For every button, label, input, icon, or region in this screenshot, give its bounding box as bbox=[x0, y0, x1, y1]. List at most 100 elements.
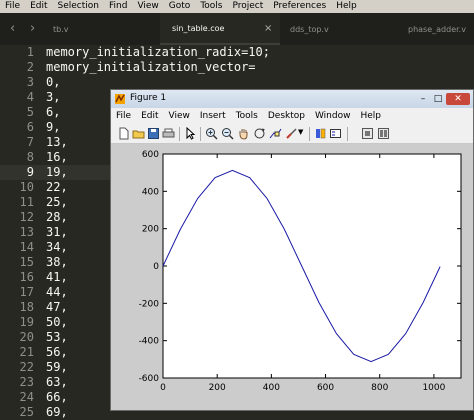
line-number: 6 bbox=[26, 120, 34, 134]
code-line[interactable]: 1 memory_initialization_radix=10; bbox=[0, 45, 474, 60]
tab-bar: ‹ › tb.v sin_table.coe × dds_top.v phase… bbox=[0, 13, 474, 45]
figure-menubar: File Edit View Insert Tools Desktop Window Help bbox=[111, 108, 473, 124]
line-code: 16, bbox=[46, 150, 68, 164]
menu-view[interactable]: View bbox=[132, 0, 163, 13]
figure-menu-tools[interactable]: Tools bbox=[231, 111, 263, 121]
line-number: 17 bbox=[19, 285, 34, 299]
menu-project[interactable]: Project bbox=[227, 0, 268, 13]
menu-find[interactable]: Find bbox=[104, 0, 132, 13]
axes-box bbox=[162, 153, 462, 379]
y-tick-label: -600 bbox=[139, 374, 160, 384]
line-code: 3, bbox=[46, 90, 61, 104]
tab-nav-left-icon[interactable]: ‹ bbox=[10, 21, 15, 36]
dropdown-arrow-icon[interactable]: ▼ bbox=[298, 128, 303, 136]
pan-hand-icon[interactable] bbox=[237, 127, 250, 140]
line-number: 12 bbox=[19, 210, 34, 224]
line-code: 53, bbox=[46, 330, 68, 344]
line-number: 7 bbox=[26, 135, 34, 149]
tab-label: dds_top.v bbox=[290, 24, 329, 34]
data-cursor-icon[interactable] bbox=[269, 127, 282, 140]
tab-sin-table[interactable]: sin_table.coe × bbox=[160, 13, 280, 45]
figure-toolbar: ▼ bbox=[111, 125, 473, 144]
line-number: 24 bbox=[19, 390, 34, 404]
tab-tb[interactable]: tb.v bbox=[45, 13, 160, 45]
figure-titlebar[interactable]: Figure 1 – □ ✕ bbox=[111, 90, 473, 108]
line-number: 3 bbox=[26, 75, 34, 89]
y-tick-label: 400 bbox=[142, 187, 159, 197]
menu-edit[interactable]: Edit bbox=[25, 0, 52, 13]
menu-file[interactable]: File bbox=[0, 0, 25, 13]
menu-help[interactable]: Help bbox=[331, 0, 362, 13]
figure-menu-window[interactable]: Window bbox=[310, 111, 356, 121]
close-window-button[interactable]: ✕ bbox=[446, 93, 470, 105]
line-number: 1 bbox=[26, 45, 34, 59]
figure-menu-insert[interactable]: Insert bbox=[195, 111, 231, 121]
menu-tools[interactable]: Tools bbox=[195, 0, 227, 13]
zoom-out-icon[interactable] bbox=[221, 127, 234, 140]
line-number: 22 bbox=[19, 360, 34, 374]
tab-label: tb.v bbox=[53, 24, 69, 34]
menu-preferences[interactable]: Preferences bbox=[268, 0, 331, 13]
menu-selection[interactable]: Selection bbox=[53, 0, 104, 13]
close-tab-icon[interactable]: × bbox=[264, 23, 272, 34]
line-code: 38, bbox=[46, 255, 68, 269]
print-icon[interactable] bbox=[162, 127, 175, 140]
line-number: 25 bbox=[19, 405, 34, 419]
tab-phase-adder[interactable]: phase_adder.v bbox=[390, 13, 474, 45]
figure-window: Figure 1 – □ ✕ File Edit View Insert Tools De… bbox=[110, 89, 474, 411]
line-code: 6, bbox=[46, 105, 61, 119]
y-tick-label: 0 bbox=[153, 262, 159, 272]
y-tick-label: -200 bbox=[139, 299, 160, 309]
zoom-in-icon[interactable] bbox=[205, 127, 218, 140]
show-plot-tools-icon[interactable] bbox=[377, 127, 390, 140]
brush-icon[interactable] bbox=[285, 127, 298, 140]
minimize-button[interactable]: – bbox=[416, 93, 430, 105]
x-tick-label: 1000 bbox=[422, 383, 445, 393]
line-code: 41, bbox=[46, 270, 68, 284]
colorbar-icon[interactable] bbox=[314, 127, 327, 140]
line-number: 23 bbox=[19, 375, 34, 389]
matlab-logo-icon bbox=[115, 94, 125, 104]
x-tick-label: 200 bbox=[209, 383, 226, 393]
open-folder-icon[interactable] bbox=[132, 127, 145, 140]
tab-dds-top[interactable]: dds_top.v bbox=[280, 13, 390, 45]
line-number: 21 bbox=[19, 345, 34, 359]
figure-menu-file[interactable]: File bbox=[111, 111, 136, 121]
menu-goto[interactable]: Goto bbox=[164, 0, 196, 13]
legend-icon[interactable] bbox=[329, 127, 342, 140]
line-code: 25, bbox=[46, 195, 68, 209]
plot-area: 0 200 400 600 800 1000 -600 -400 -200 0 200 400 600 bbox=[111, 144, 473, 410]
figure-menu-help[interactable]: Help bbox=[355, 111, 386, 121]
line-code: 50, bbox=[46, 315, 68, 329]
line-code: 59, bbox=[46, 360, 68, 374]
save-icon[interactable] bbox=[147, 127, 160, 140]
new-file-icon[interactable] bbox=[117, 127, 130, 140]
line-code: 31, bbox=[46, 225, 68, 239]
menubar: File Edit Selection Find View Goto Tools Projec… bbox=[0, 0, 474, 13]
y-tick-label: 600 bbox=[142, 150, 159, 160]
figure-menu-desktop[interactable]: Desktop bbox=[263, 111, 310, 121]
line-number: 15 bbox=[19, 255, 34, 269]
line-number: 9 bbox=[26, 165, 34, 179]
x-tick-label: 600 bbox=[317, 383, 334, 393]
line-code: 13, bbox=[46, 135, 68, 149]
code-line[interactable]: 3 0, bbox=[0, 75, 474, 90]
line-number: 19 bbox=[19, 315, 34, 329]
figure-title: Figure 1 bbox=[130, 93, 167, 103]
line-code: memory_initialization_vector= bbox=[46, 60, 256, 74]
line-number: 8 bbox=[26, 150, 34, 164]
line-code: 44, bbox=[46, 285, 68, 299]
figure-menu-edit[interactable]: Edit bbox=[136, 111, 163, 121]
maximize-button[interactable]: □ bbox=[431, 93, 445, 105]
figure-menu-view[interactable]: View bbox=[164, 111, 195, 121]
arrow-select-icon[interactable] bbox=[184, 127, 197, 140]
tab-nav-right-icon[interactable]: › bbox=[30, 21, 35, 36]
line-number: 18 bbox=[19, 300, 34, 314]
hide-plot-tools-icon[interactable] bbox=[361, 127, 374, 140]
line-number: 2 bbox=[26, 60, 34, 74]
sine-chart[interactable]: 0 200 400 600 800 1000 -600 -400 -200 0 200 400 600 bbox=[111, 144, 473, 410]
code-line[interactable]: 2 memory_initialization_vector= bbox=[0, 60, 474, 75]
rotate-3d-icon[interactable] bbox=[253, 127, 266, 140]
line-code: memory_initialization_radix=10; bbox=[46, 45, 270, 59]
line-code: 22, bbox=[46, 180, 68, 194]
